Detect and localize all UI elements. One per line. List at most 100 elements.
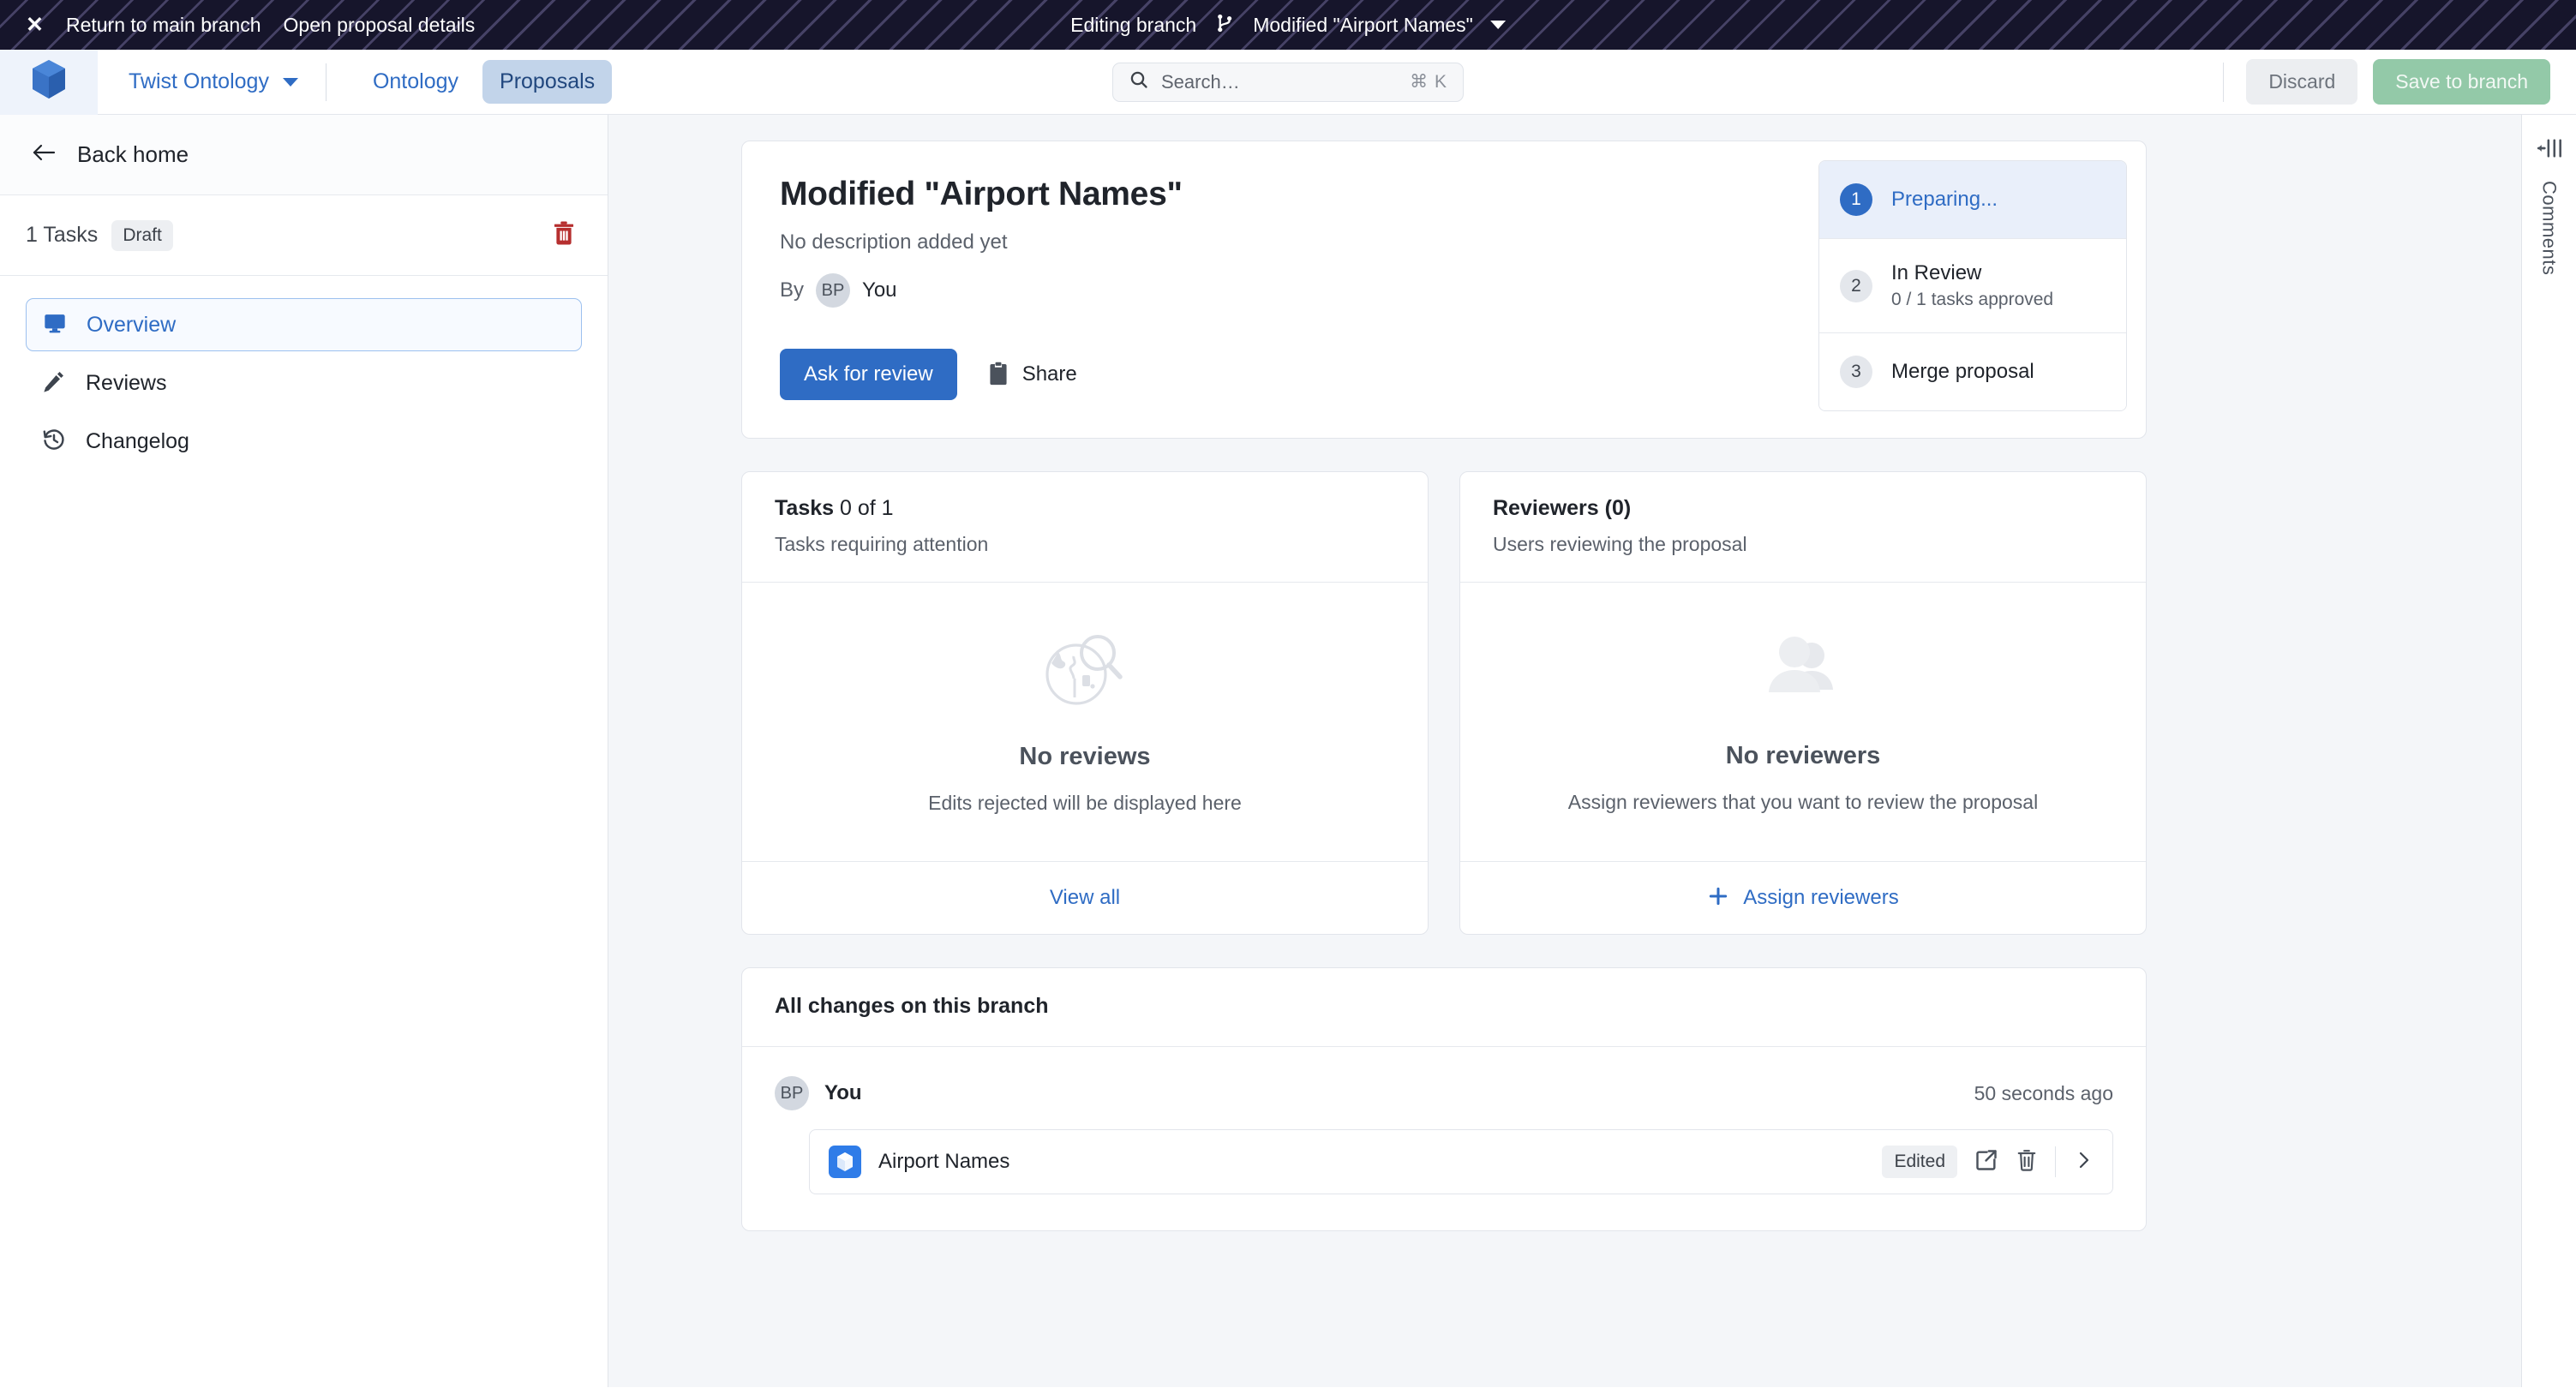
panel-collapse-icon[interactable]	[2537, 137, 2562, 164]
close-icon[interactable]: ✕	[26, 14, 44, 36]
plus-icon	[1707, 885, 1729, 912]
tasks-empty-title: No reviews	[1019, 743, 1151, 770]
tasks-empty-subtitle: Edits rejected will be displayed here	[928, 792, 1242, 814]
proposal-stepper: 1 Preparing... 2 In Review 0 / 1 tasks a…	[1818, 160, 2127, 411]
sidebar-item-label: Reviews	[86, 370, 167, 395]
reviewers-card-subtitle: Users reviewing the proposal	[1493, 533, 1747, 555]
users-icon	[1758, 626, 1848, 716]
return-to-main-branch-link[interactable]: Return to main branch	[66, 14, 261, 37]
header-right-divider	[2223, 62, 2225, 102]
pencil-icon	[41, 369, 67, 398]
sidebar-tasks-row: 1 Tasks Draft	[0, 195, 608, 276]
assign-reviewers-button[interactable]: Assign reviewers	[1460, 862, 2146, 934]
assign-reviewers-label: Assign reviewers	[1743, 886, 1899, 909]
editing-branch-label: Editing branch	[1070, 13, 1197, 36]
tasks-card-subtitle: Tasks requiring attention	[775, 533, 989, 555]
app-header: Twist Ontology Ontology Proposals Search…	[0, 49, 2576, 115]
step-preparing[interactable]: 1 Preparing...	[1819, 161, 2126, 239]
trash-icon[interactable]	[2016, 1148, 2038, 1176]
step-title: Preparing...	[1891, 188, 1998, 211]
back-home-button[interactable]: Back home	[0, 115, 608, 195]
status-badge: Draft	[111, 219, 173, 251]
app-logo[interactable]	[0, 49, 98, 115]
tab-proposals[interactable]: Proposals	[482, 60, 613, 104]
back-home-label: Back home	[77, 141, 189, 167]
tasks-card-title-count: 0 of 1	[839, 496, 894, 520]
git-branch-icon	[1213, 12, 1236, 39]
cube-icon	[829, 1146, 861, 1178]
all-changes-title: All changes on this branch	[775, 994, 1049, 1018]
sidebar-item-label: Changelog	[86, 428, 189, 453]
step-number: 1	[1840, 183, 1872, 216]
search-shortcut-hint: ⌘ K	[1410, 72, 1447, 92]
step-number: 3	[1840, 356, 1872, 388]
comments-label: Comments	[2538, 181, 2561, 276]
all-changes-card: All changes on this branch BP You 50 sec…	[741, 967, 2147, 1231]
search-icon	[1129, 69, 1149, 94]
ask-for-review-button[interactable]: Ask for review	[780, 349, 957, 400]
search-input[interactable]: Search… ⌘ K	[1112, 62, 1464, 102]
search-placeholder: Search…	[1161, 70, 1240, 93]
avatar: BP	[775, 1076, 809, 1110]
org-switcher[interactable]: Twist Ontology	[98, 69, 326, 94]
reviewers-card-title: Reviewers (0)	[1493, 496, 2113, 521]
open-proposal-details-link[interactable]: Open proposal details	[284, 14, 476, 37]
tab-ontology[interactable]: Ontology	[356, 60, 476, 104]
author-prefix-label: By	[780, 278, 805, 302]
sidebar-item-changelog[interactable]: Changelog	[26, 415, 582, 468]
sidebar-item-overview[interactable]: Overview	[26, 298, 582, 351]
tasks-card-title-bold: Tasks	[775, 496, 835, 520]
reviewers-empty-title: No reviewers	[1725, 742, 1881, 769]
view-all-button[interactable]: View all	[742, 862, 1428, 934]
main-content: Modified "Airport Names" No description …	[608, 115, 2521, 1387]
external-link-icon[interactable]	[1974, 1148, 1998, 1176]
step-title: In Review	[1891, 261, 1982, 284]
header-tabs: Ontology Proposals	[326, 60, 613, 104]
reviewers-card: Reviewers (0) Users reviewing the propos…	[1459, 471, 2147, 935]
globe-search-icon	[1038, 625, 1132, 717]
share-button[interactable]: Share	[988, 362, 1077, 388]
tasks-count-label: 1 Tasks	[26, 223, 99, 247]
avatar: BP	[816, 273, 851, 308]
author-name-label: You	[862, 278, 897, 302]
clipboard-icon	[988, 362, 1009, 388]
step-title: Merge proposal	[1891, 360, 2034, 383]
tasks-card-title: Tasks 0 of 1	[775, 496, 1395, 521]
monitor-icon	[42, 311, 68, 339]
step-in-review[interactable]: 2 In Review 0 / 1 tasks approved	[1819, 239, 2126, 333]
save-to-branch-button[interactable]: Save to branch	[2373, 59, 2550, 105]
history-icon	[41, 428, 67, 456]
sidebar-nav: Overview Reviews Changelog	[0, 276, 608, 468]
tasks-card: Tasks 0 of 1 Tasks requiring attention N…	[741, 471, 1429, 935]
step-number: 2	[1840, 269, 1872, 302]
view-all-label: View all	[1049, 886, 1121, 909]
step-merge-proposal[interactable]: 3 Merge proposal	[1819, 333, 2126, 410]
change-timestamp: 50 seconds ago	[1974, 1081, 2113, 1104]
branch-bar: ✕ Return to main branch Open proposal de…	[0, 0, 2576, 50]
edited-badge: Edited	[1882, 1146, 1957, 1178]
change-list-item[interactable]: Airport Names Edited	[809, 1129, 2113, 1194]
cube-logo-icon	[30, 58, 68, 105]
comments-rail[interactable]: Comments	[2521, 115, 2576, 1387]
change-author-label: You	[824, 1081, 862, 1104]
sidebar: Back home 1 Tasks Draft Overview Reviews…	[0, 115, 608, 1387]
discard-button[interactable]: Discard	[2246, 59, 2358, 105]
proposal-description[interactable]: No description added yet	[780, 230, 1781, 254]
sidebar-item-reviews[interactable]: Reviews	[26, 356, 582, 410]
org-name-label: Twist Ontology	[129, 69, 269, 93]
chevron-down-icon	[282, 77, 298, 87]
chevron-right-icon[interactable]	[2073, 1149, 2094, 1176]
chevron-down-icon[interactable]	[1489, 21, 1506, 29]
page-title: Modified "Airport Names"	[780, 176, 1183, 212]
branch-name-label[interactable]: Modified "Airport Names"	[1253, 14, 1473, 37]
step-subtitle: 0 / 1 tasks approved	[1891, 290, 2054, 309]
action-divider	[2055, 1146, 2056, 1177]
proposal-header-card: Modified "Airport Names" No description …	[741, 141, 2147, 439]
reviewers-empty-subtitle: Assign reviewers that you want to review…	[1567, 791, 2039, 813]
change-item-name: Airport Names	[878, 1150, 1010, 1173]
share-label: Share	[1021, 362, 1077, 386]
delete-proposal-button[interactable]	[551, 219, 577, 251]
sidebar-item-label: Overview	[87, 312, 177, 337]
arrow-left-icon	[31, 141, 57, 168]
reviewers-card-title-bold: Reviewers (0)	[1493, 496, 1632, 520]
